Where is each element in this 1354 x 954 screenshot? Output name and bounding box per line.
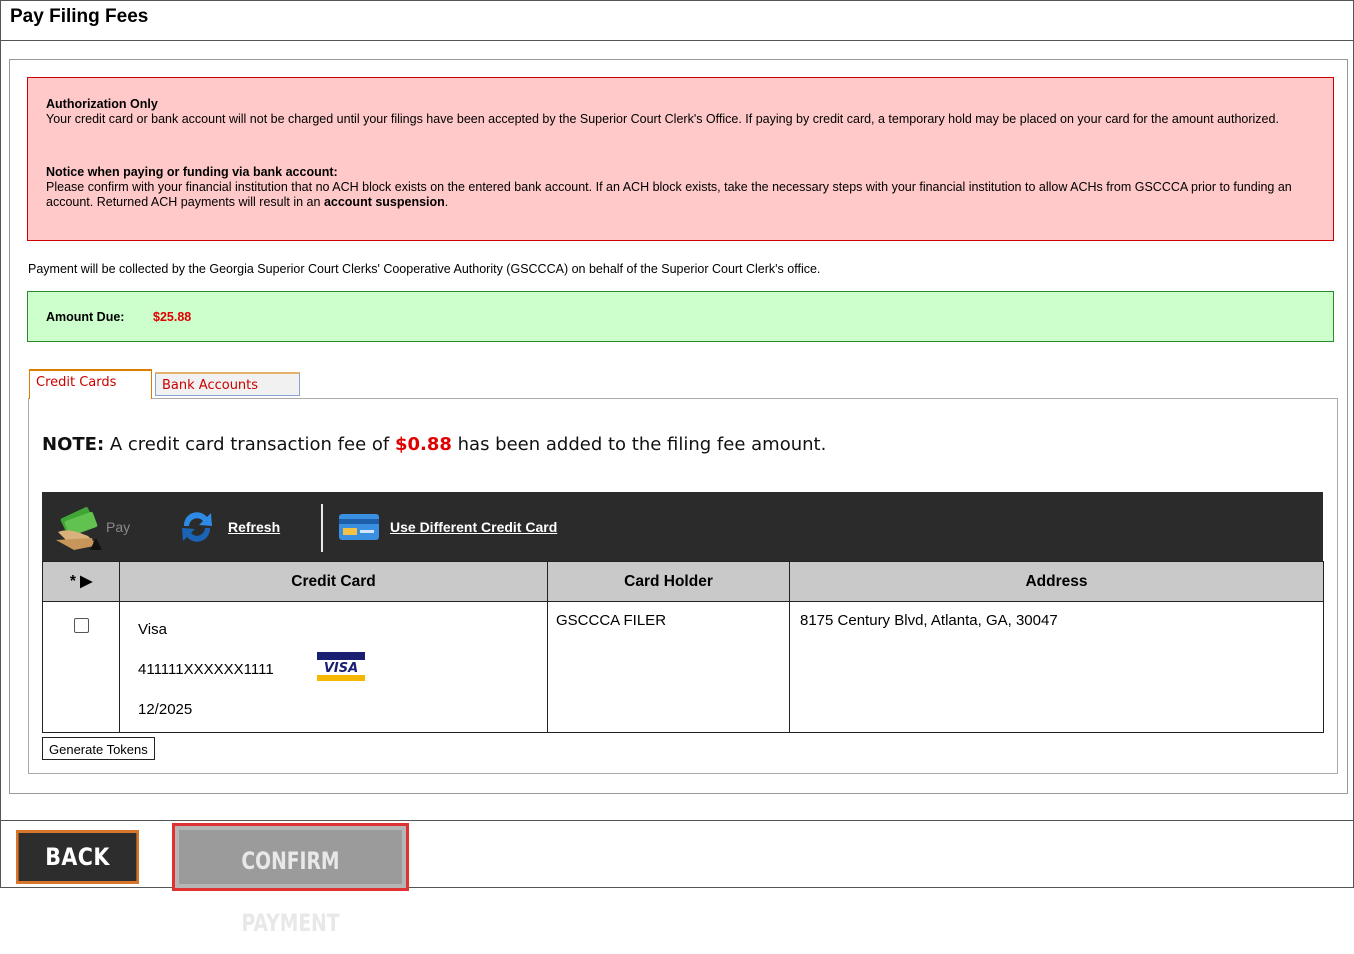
tab-bank-accounts[interactable]: Bank Accounts bbox=[155, 372, 300, 396]
refresh-button[interactable]: Refresh bbox=[176, 492, 280, 561]
card-holder-cell: GSCCCA FILER bbox=[547, 601, 790, 733]
note-text-after: has been added to the filing fee amount. bbox=[457, 434, 827, 455]
authorization-heading: Authorization Only bbox=[46, 97, 158, 111]
amount-due-label: Amount Due: bbox=[46, 310, 125, 324]
visa-logo-icon: VISA bbox=[315, 650, 367, 683]
address-cell: 8175 Century Blvd, Atlanta, GA, 30047 bbox=[789, 601, 1324, 733]
authorization-paragraph: Authorization Only Your credit card or b… bbox=[46, 97, 1317, 127]
svg-text:VISA: VISA bbox=[324, 661, 358, 676]
ach-notice-paragraph: Notice when paying or funding via bank a… bbox=[46, 165, 1317, 210]
footer-divider bbox=[0, 820, 1354, 821]
refresh-icon bbox=[182, 511, 212, 542]
authorization-text: Your credit card or bank account will no… bbox=[46, 112, 1279, 126]
credit-card-icon bbox=[339, 513, 379, 540]
back-button[interactable]: BACK bbox=[16, 830, 139, 884]
row-select-cell bbox=[42, 601, 120, 733]
refresh-label: Refresh bbox=[228, 518, 281, 535]
note-text-before: A credit card transaction fee of bbox=[109, 434, 390, 455]
ach-notice-end: . bbox=[444, 195, 449, 209]
ach-notice-text: Please confirm with your financial insti… bbox=[46, 180, 1292, 209]
amount-due-box: Amount Due: $25.88 bbox=[27, 291, 1334, 342]
ach-notice-heading: Notice when paying or funding via bank a… bbox=[46, 165, 338, 179]
card-type: Visa bbox=[138, 621, 167, 638]
address-column-header: Address bbox=[789, 561, 1324, 602]
card-number: 411111XXXXXX1111 bbox=[138, 661, 274, 678]
card-holder-column-header: Card Holder bbox=[547, 561, 790, 602]
note-prefix: NOTE: bbox=[42, 434, 105, 455]
use-different-card-button[interactable]: Use Different Credit Card bbox=[338, 492, 557, 561]
use-different-card-label: Use Different Credit Card bbox=[390, 518, 558, 535]
card-toolbar: Pay Refresh Use Different Credit Card bbox=[42, 492, 1323, 561]
credit-card-cell: Visa 411111XXXXXX1111 VISA 12/2025 bbox=[119, 601, 548, 733]
pay-money-icon bbox=[56, 506, 102, 550]
page-title: Pay Filing Fees bbox=[10, 6, 149, 27]
select-column-header[interactable]: * ▶ bbox=[42, 561, 120, 602]
card-expiry: 12/2025 bbox=[138, 701, 193, 718]
account-suspension-text: account suspension bbox=[323, 195, 445, 209]
table-row: Visa 411111XXXXXX1111 VISA 12/2025 GSCCC… bbox=[42, 601, 1324, 733]
confirm-payment-button[interactable]: CONFIRM PAYMENT bbox=[172, 823, 409, 937]
credit-card-column-header: Credit Card bbox=[119, 561, 548, 602]
toolbar-separator bbox=[321, 504, 323, 552]
transaction-fee-note: NOTE: A credit card transaction fee of $… bbox=[42, 434, 826, 455]
pay-button[interactable]: Pay bbox=[54, 492, 130, 561]
amount-due-value: $25.88 bbox=[153, 310, 192, 324]
transaction-fee-amount: $0.88 bbox=[394, 434, 452, 455]
credit-card-table: * ▶ Credit Card Card Holder Address Visa… bbox=[42, 561, 1324, 733]
row-select-checkbox[interactable] bbox=[73, 618, 89, 633]
pay-label: Pay bbox=[106, 518, 131, 535]
generate-tokens-button[interactable]: Generate Tokens bbox=[42, 737, 155, 760]
collection-statement: Payment will be collected by the Georgia… bbox=[28, 262, 821, 276]
tab-credit-cards[interactable]: Credit Cards bbox=[29, 369, 152, 399]
title-divider bbox=[0, 40, 1354, 41]
authorization-notice: Authorization Only Your credit card or b… bbox=[27, 77, 1334, 241]
confirm-payment-label: CONFIRM PAYMENT bbox=[241, 847, 340, 937]
table-header-row: * ▶ Credit Card Card Holder Address bbox=[42, 561, 1324, 602]
